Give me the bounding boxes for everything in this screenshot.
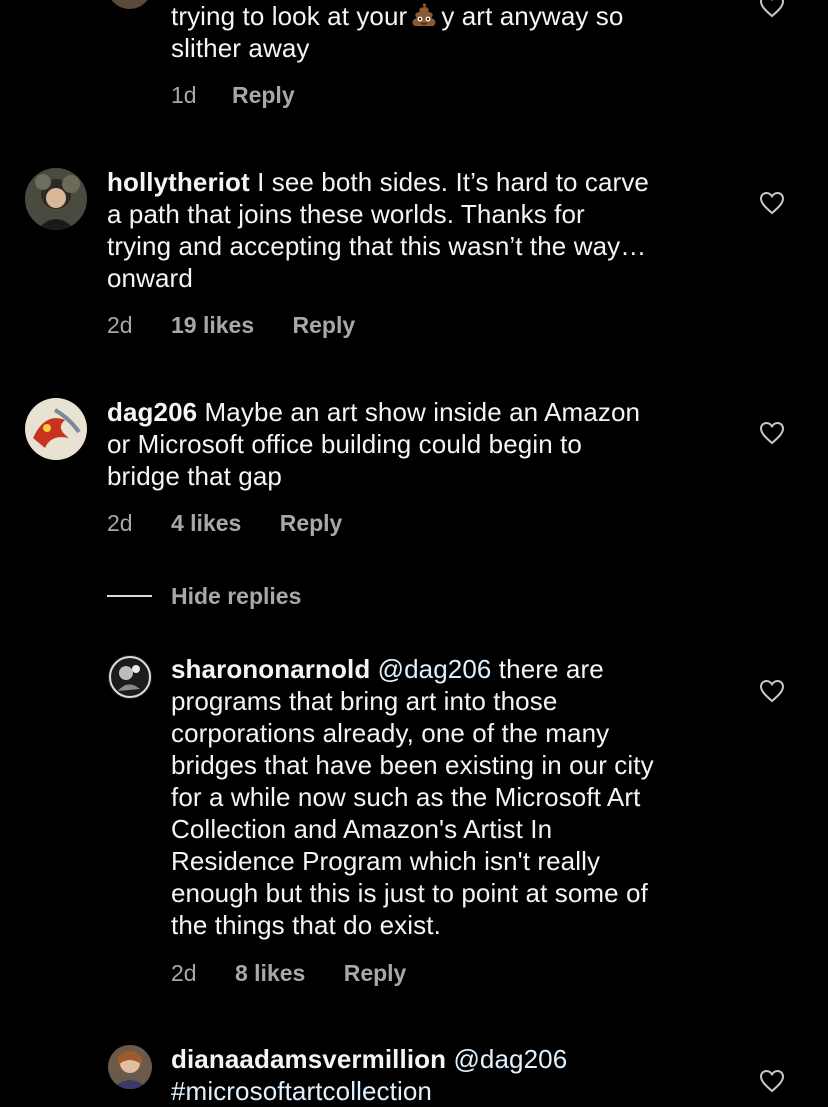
comment-time: 1d xyxy=(171,82,197,108)
comment-meta: 2d 19 likes Reply xyxy=(107,311,355,339)
comment-text: dag206 Maybe an art show inside an Amazo… xyxy=(107,397,641,491)
comment-time: 2d xyxy=(171,960,197,986)
heart-icon[interactable] xyxy=(759,679,785,703)
comment-meta: 2d 4 likes Reply xyxy=(107,509,342,537)
reply-button[interactable]: Reply xyxy=(293,311,356,339)
comment-meta: 1d Reply xyxy=(171,81,295,109)
comment-time: 2d xyxy=(107,312,133,338)
mention-link[interactable]: @dag206 xyxy=(453,1044,567,1074)
reply-button[interactable]: Reply xyxy=(344,959,407,987)
username[interactable]: hollytheriot xyxy=(107,167,250,197)
heart-icon[interactable] xyxy=(759,421,785,445)
reply-button[interactable]: Reply xyxy=(280,509,343,537)
hashtag-link[interactable]: #microsoftartcollection xyxy=(171,1075,567,1107)
avatar[interactable] xyxy=(108,1045,152,1089)
poop-emoji-icon xyxy=(409,1,439,29)
username[interactable]: sharononarnold xyxy=(171,654,370,684)
comment-text: sharononarnold @dag206 there are program… xyxy=(171,654,654,940)
comment-time: 2d xyxy=(107,510,133,536)
avatar[interactable] xyxy=(108,655,152,699)
comment-meta: 2d 8 likes Reply xyxy=(171,959,406,987)
comment-text: hollytheriot I see both sides. It’s hard… xyxy=(107,167,649,293)
username[interactable]: dag206 xyxy=(107,397,197,427)
hide-replies-label: Hide replies xyxy=(171,582,302,609)
avatar[interactable] xyxy=(25,398,87,460)
username[interactable]: dianaadamsvermillion xyxy=(171,1044,446,1074)
heart-icon[interactable] xyxy=(759,1069,785,1093)
likes-count[interactable]: 19 likes xyxy=(171,311,254,339)
likes-count[interactable]: 8 likes xyxy=(235,959,305,987)
comment-text: trying to look at your y art anyway so sl… xyxy=(171,1,624,63)
likes-count[interactable]: 4 likes xyxy=(171,509,241,537)
comment-text: dianaadamsvermillion @dag206 #microsofta… xyxy=(171,1043,567,1107)
avatar[interactable] xyxy=(107,0,152,9)
hide-replies-button[interactable]: Hide replies xyxy=(107,581,301,611)
heart-icon[interactable] xyxy=(759,191,785,215)
divider xyxy=(107,595,152,597)
mention-link[interactable]: @dag206 xyxy=(378,654,492,684)
reply-button[interactable]: Reply xyxy=(232,81,295,109)
heart-icon[interactable] xyxy=(759,0,785,18)
avatar[interactable] xyxy=(25,168,87,230)
